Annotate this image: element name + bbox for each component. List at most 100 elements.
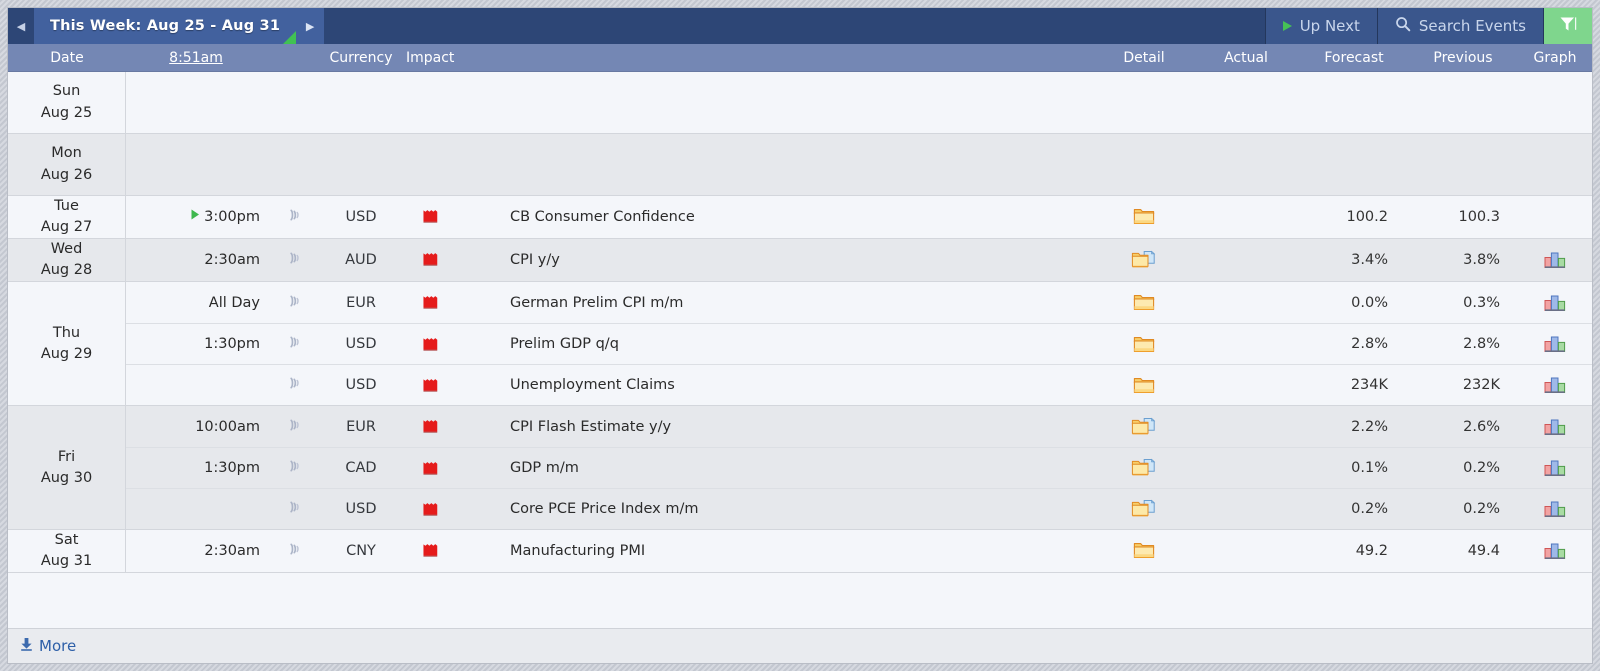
table-row[interactable]: 10:00am EUR CPI Flash Estimate y/y 2.2% 2.6% <box>126 406 1592 447</box>
event-alert-cell[interactable] <box>266 499 322 519</box>
more-button[interactable]: More <box>20 637 76 655</box>
event-impact-cell[interactable] <box>400 295 496 310</box>
event-time-label: 3:00pm <box>204 208 260 225</box>
detail-folder-document-icon[interactable] <box>1131 250 1157 270</box>
event-impact-cell[interactable] <box>400 209 496 224</box>
speaker-icon[interactable] <box>286 293 302 313</box>
event-alert-cell[interactable] <box>266 250 322 270</box>
event-graph-cell[interactable] <box>1518 417 1592 437</box>
event-title-cell[interactable]: CPI y/y <box>496 252 1096 268</box>
table-row[interactable]: USD Unemployment Claims 234K 232K <box>126 364 1592 405</box>
event-alert-cell[interactable] <box>266 375 322 395</box>
event-graph-cell[interactable] <box>1518 334 1592 354</box>
impact-high-icon[interactable] <box>422 209 439 224</box>
detail-folder-document-icon[interactable] <box>1131 417 1157 437</box>
speaker-icon[interactable] <box>286 375 302 395</box>
table-row[interactable]: 1:30pm USD Prelim GDP q/q 2.8% 2.8% <box>126 323 1592 364</box>
event-alert-cell[interactable] <box>266 334 322 354</box>
detail-folder-icon[interactable] <box>1133 376 1155 395</box>
detail-folder-document-icon[interactable] <box>1131 458 1157 478</box>
speaker-icon[interactable] <box>286 417 302 437</box>
event-graph-cell[interactable] <box>1518 541 1592 561</box>
table-row[interactable]: 2:30am AUD CPI y/y 3.4% 3.8% <box>126 239 1592 280</box>
speaker-icon[interactable] <box>286 541 302 561</box>
event-graph-cell[interactable] <box>1518 293 1592 313</box>
graph-icon[interactable] <box>1543 417 1567 437</box>
event-graph-cell[interactable] <box>1518 458 1592 478</box>
graph-icon[interactable] <box>1543 293 1567 313</box>
impact-high-icon[interactable] <box>422 543 439 558</box>
event-currency-label: USD <box>345 336 377 353</box>
speaker-icon[interactable] <box>286 458 302 478</box>
table-row[interactable]: All Day EUR German Prelim CPI m/m 0.0% 0.3% <box>126 282 1592 323</box>
event-alert-cell[interactable] <box>266 458 322 478</box>
event-title-cell[interactable]: Core PCE Price Index m/m <box>496 501 1096 517</box>
speaker-icon[interactable] <box>286 334 302 354</box>
event-title-cell[interactable]: CPI Flash Estimate y/y <box>496 419 1096 435</box>
event-detail-cell[interactable] <box>1096 541 1192 560</box>
current-time-link[interactable]: 8:51am <box>169 50 223 66</box>
event-alert-cell[interactable] <box>266 417 322 437</box>
graph-icon[interactable] <box>1543 541 1567 561</box>
event-title-cell[interactable]: Manufacturing PMI <box>496 543 1096 559</box>
event-title-cell[interactable]: Prelim GDP q/q <box>496 336 1096 352</box>
speaker-icon[interactable] <box>286 250 302 270</box>
event-impact-cell[interactable] <box>400 252 496 267</box>
event-detail-cell[interactable] <box>1096 458 1192 478</box>
event-detail-cell[interactable] <box>1096 250 1192 270</box>
current-week-tab[interactable]: This Week: Aug 25 - Aug 31 <box>34 8 297 44</box>
event-impact-cell[interactable] <box>400 461 496 476</box>
detail-folder-document-icon[interactable] <box>1131 499 1157 519</box>
event-title-cell[interactable]: Unemployment Claims <box>496 377 1096 393</box>
day-weekday-label: Tue <box>54 198 79 214</box>
next-week-button[interactable]: ▶ <box>296 8 325 44</box>
previous-week-button[interactable]: ◀ <box>8 8 34 44</box>
event-detail-cell[interactable] <box>1096 335 1192 354</box>
detail-folder-icon[interactable] <box>1133 335 1155 354</box>
event-detail-cell[interactable] <box>1096 417 1192 437</box>
impact-high-icon[interactable] <box>422 252 439 267</box>
event-detail-cell[interactable] <box>1096 376 1192 395</box>
impact-high-icon[interactable] <box>422 378 439 393</box>
filter-button[interactable] <box>1543 8 1592 44</box>
speaker-icon[interactable] <box>286 499 302 519</box>
event-alert-cell[interactable] <box>266 293 322 313</box>
table-row[interactable]: USD Core PCE Price Index m/m 0.2% 0.2% <box>126 488 1592 529</box>
graph-icon[interactable] <box>1543 334 1567 354</box>
up-next-button[interactable]: Up Next <box>1264 8 1377 44</box>
search-events-button[interactable]: Search Events <box>1376 8 1543 44</box>
graph-icon[interactable] <box>1543 458 1567 478</box>
impact-high-icon[interactable] <box>422 502 439 517</box>
event-impact-cell[interactable] <box>400 378 496 393</box>
detail-folder-icon[interactable] <box>1133 541 1155 560</box>
event-title-cell[interactable]: German Prelim CPI m/m <box>496 295 1096 311</box>
event-impact-cell[interactable] <box>400 419 496 434</box>
event-alert-cell[interactable] <box>266 207 322 227</box>
graph-icon[interactable] <box>1543 375 1567 395</box>
event-alert-cell[interactable] <box>266 541 322 561</box>
graph-icon[interactable] <box>1543 499 1567 519</box>
event-detail-cell[interactable] <box>1096 499 1192 519</box>
event-title-cell[interactable]: CB Consumer Confidence <box>496 209 1096 225</box>
event-detail-cell[interactable] <box>1096 293 1192 312</box>
event-graph-cell[interactable] <box>1518 250 1592 270</box>
impact-high-icon[interactable] <box>422 337 439 352</box>
graph-icon[interactable] <box>1543 250 1567 270</box>
event-graph-cell[interactable] <box>1518 375 1592 395</box>
impact-high-icon[interactable] <box>422 461 439 476</box>
event-title-cell[interactable]: GDP m/m <box>496 460 1096 476</box>
table-row[interactable]: 2:30am CNY Manufacturing PMI 49.2 49.4 <box>126 530 1592 571</box>
detail-folder-icon[interactable] <box>1133 293 1155 312</box>
table-row[interactable]: 3:00pm USD CB Consumer Confidence 100.2 100.… <box>126 196 1592 237</box>
event-detail-cell[interactable] <box>1096 207 1192 226</box>
impact-high-icon[interactable] <box>422 295 439 310</box>
impact-high-icon[interactable] <box>422 419 439 434</box>
event-impact-cell[interactable] <box>400 502 496 517</box>
detail-folder-icon[interactable] <box>1133 207 1155 226</box>
table-row[interactable]: 1:30pm CAD GDP m/m 0.1% 0.2% <box>126 447 1592 488</box>
event-impact-cell[interactable] <box>400 543 496 558</box>
day-date-label: Aug 31 <box>40 553 93 570</box>
event-impact-cell[interactable] <box>400 337 496 352</box>
speaker-icon[interactable] <box>286 207 302 227</box>
event-graph-cell[interactable] <box>1518 499 1592 519</box>
